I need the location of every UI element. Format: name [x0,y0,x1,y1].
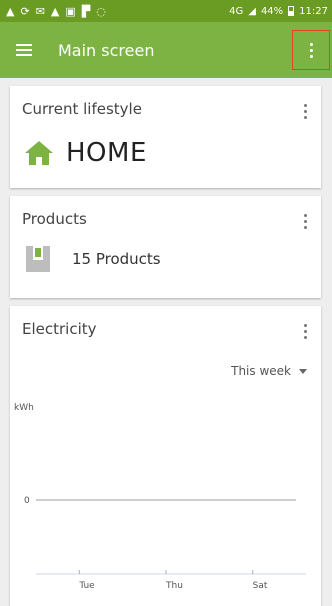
time-range-dropdown[interactable]: This week [231,364,307,378]
card-menu-button[interactable] [300,210,311,233]
network-label: 4G [229,5,244,17]
y-axis-label: kWh [14,403,34,413]
card-menu-button[interactable] [300,100,311,123]
hamburger-menu-icon [16,44,32,56]
card-title: Current lifestyle [22,100,142,118]
battery-icon [288,6,295,16]
battery-percent: 44% [260,5,284,17]
x-tick-label: Tue [78,581,95,591]
navigation-menu-button[interactable] [0,22,48,78]
more-vert-icon [309,42,313,58]
app-bar: Main screen [0,22,332,78]
status-bar: ▲ ⟳ ✉ ▲ ▣ ▛ ◌ 4G ◢ 44% 11:27 [0,0,332,22]
sync-icon: ⟳ [20,4,30,18]
mail-icon: ✉ [35,4,45,18]
warning-icon: ▲ [50,4,60,18]
time-range-label: This week [231,364,291,378]
signal-icon: ◢ [248,5,256,17]
clipboard-icon: ◌ [96,4,106,18]
products-count: 15 Products [72,250,161,268]
card-title: Products [22,210,87,228]
products-card[interactable]: Products 15 Products [10,196,321,298]
app-title: Main screen [58,40,155,60]
lifestyle-value: HOME [66,138,147,168]
more-vert-icon [304,214,307,229]
x-tick-label: Sat [253,581,268,591]
y-tick-label: 0 [24,496,30,506]
electricity-card[interactable]: Electricity This week kWh 0 Tue Thu Sat [10,306,321,606]
current-lifestyle-card[interactable]: Current lifestyle HOME [10,86,321,188]
electricity-chart: kWh 0 Tue Thu Sat [14,403,306,591]
more-vert-icon [304,324,307,339]
overflow-menu-button[interactable] [292,30,330,70]
notification-icons: ▲ ⟳ ✉ ▲ ▣ ▛ ◌ [6,6,106,17]
alert-icon: ▲ [6,4,15,18]
dropdown-arrow-icon [299,368,307,374]
image-icon: ▣ [65,4,76,18]
flag-icon: ▛ [81,4,91,18]
home-icon [25,141,53,165]
product-bin-icon [26,246,50,272]
more-vert-icon [304,104,307,119]
card-menu-button[interactable] [300,320,311,343]
clock: 11:27 [299,5,328,17]
x-tick-label: Thu [165,581,183,591]
card-title: Electricity [22,320,97,338]
